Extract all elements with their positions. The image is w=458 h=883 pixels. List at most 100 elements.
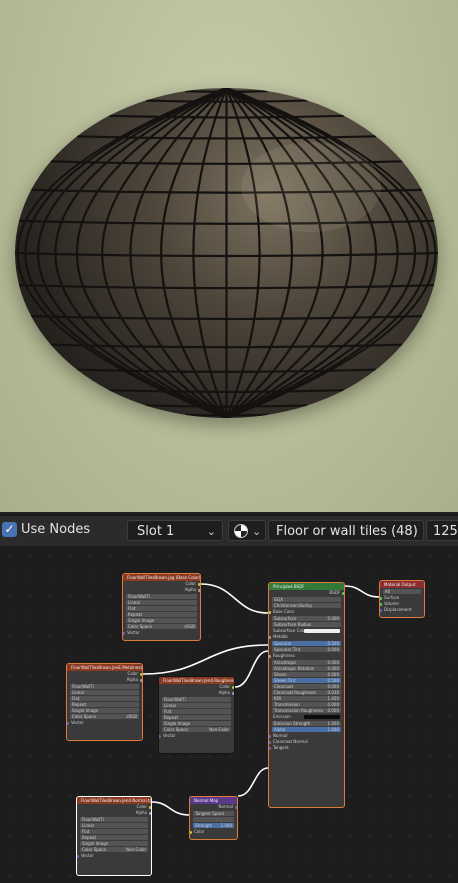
input-vector: Vector [123, 630, 200, 636]
socket[interactable] [123, 631, 125, 635]
material-browse-button[interactable]: ⌄ [228, 520, 266, 541]
output-color-label: Color [136, 804, 147, 809]
socket[interactable] [140, 678, 142, 682]
ior-field[interactable]: IOR 1.450 [272, 696, 341, 701]
output-alpha: Alpha [67, 677, 142, 683]
socket[interactable] [269, 635, 271, 639]
sheen-tint-slider[interactable]: Sheen Tint 0.500 [272, 678, 341, 683]
normal-map-node[interactable]: Normal Map Normal Tangent Space Strength… [189, 796, 238, 840]
extension-dropdown[interactable]: Repeat [80, 835, 148, 840]
principled-bsdf-node[interactable]: Principled BSDF BSDF GGX Christensen-Bur… [268, 582, 345, 808]
clearcoat-normal-label: Clearcoat Normal [273, 739, 308, 744]
image-texture-node-normal[interactable]: FloorWallTilesBrown.Jen4.Normal.tga Colo… [76, 796, 152, 876]
color-space-dropdown[interactable]: Color Space sRGB [126, 624, 197, 629]
uv-map-field[interactable] [193, 817, 234, 822]
color-space-dropdown[interactable]: Color Space Non-Color [80, 847, 148, 852]
distribution-dropdown[interactable]: GGX [272, 597, 341, 602]
emission-color-swatch[interactable] [304, 715, 340, 719]
socket[interactable] [149, 805, 151, 809]
input-metallic: Metallic [269, 634, 344, 640]
interpolation-dropdown[interactable]: Linear [70, 690, 139, 695]
socket[interactable] [269, 746, 271, 750]
subsurface-method-dropdown[interactable]: Christensen-Burley [272, 603, 341, 608]
image-selector[interactable]: FloorWallTi [70, 684, 139, 689]
subsurface-value: 0.000 [327, 616, 339, 621]
slot-label: Slot 1 [137, 524, 175, 539]
sheen-value: 0.000 [327, 672, 339, 677]
clearcoat-slider[interactable]: Clearcoat 0.000 [272, 684, 341, 689]
specular-tint-value: 0.000 [327, 647, 339, 652]
material-preview-viewport[interactable] [0, 0, 458, 512]
socket[interactable] [269, 610, 271, 614]
sheen-slider[interactable]: Sheen 0.000 [272, 672, 341, 677]
image-selector[interactable]: FloorWallTi [162, 697, 231, 702]
socket[interactable] [380, 602, 382, 606]
source-dropdown[interactable]: Single Image [162, 721, 231, 726]
socket[interactable] [269, 734, 271, 738]
use-nodes-checkbox[interactable]: ✓ [2, 522, 17, 537]
specular-tint-slider[interactable]: Specular Tint 0.000 [272, 647, 341, 652]
alpha-slider[interactable]: Alpha 1.000 [272, 727, 341, 732]
socket[interactable] [140, 672, 142, 676]
specular-slider[interactable]: Specular 0.500 [272, 641, 341, 646]
clearcoat-roughness-slider[interactable]: Clearcoat Roughness 0.030 [272, 690, 341, 695]
socket[interactable] [77, 854, 79, 858]
source-dropdown[interactable]: Single Image [126, 618, 197, 623]
interpolation-dropdown[interactable]: Linear [80, 823, 148, 828]
transmission-roughness-slider[interactable]: Transmission Roughness 0.000 [272, 708, 341, 713]
projection-dropdown[interactable]: Flat [80, 829, 148, 834]
source-dropdown[interactable]: Single Image [70, 708, 139, 713]
node-editor-canvas[interactable]: FloorWallTilesBrown.jpg (Base Color) Col… [0, 546, 458, 883]
base-color-label: Base Color [273, 609, 295, 614]
image-texture-node-base-color[interactable]: FloorWallTilesBrown.jpg (Base Color) Col… [122, 573, 201, 641]
socket[interactable] [149, 811, 151, 815]
socket[interactable] [269, 654, 271, 658]
socket[interactable] [67, 721, 69, 725]
transmission-slider[interactable]: Transmission 0.000 [272, 702, 341, 707]
interpolation-dropdown[interactable]: Linear [162, 703, 231, 708]
socket[interactable] [198, 582, 200, 586]
material-output-node[interactable]: Material Output All Surface Volume Displ… [379, 580, 425, 618]
socket[interactable] [232, 691, 234, 695]
image-texture-node-roughness[interactable]: FloorWallTilesBrown.Jen4.Roughness Color… [158, 676, 235, 754]
anisotropic-slider[interactable]: Anisotropic 0.000 [272, 660, 341, 665]
color-space-dropdown[interactable]: Color Space Non-Color [162, 727, 231, 732]
sheen-label: Sheen [274, 672, 287, 677]
extension-dropdown[interactable]: Repeat [126, 612, 197, 617]
image-texture-node-metalness[interactable]: FloorWallTilesBrown.JenE.Metalness Color… [66, 663, 143, 741]
slot-dropdown[interactable]: Slot 1 ⌄ [127, 520, 223, 541]
node-title: FloorWallTilesBrown.jpg (Base Color) [123, 574, 200, 581]
projection-dropdown[interactable]: Flat [162, 709, 231, 714]
space-dropdown[interactable]: Tangent Space [193, 811, 234, 816]
source-dropdown[interactable]: Single Image [80, 841, 148, 846]
subsurface-radius-field[interactable]: Subsurface Radius [272, 622, 341, 627]
material-name-field[interactable]: Floor or wall tiles (48) [268, 520, 424, 541]
extension-dropdown[interactable]: Repeat [70, 702, 139, 707]
socket[interactable] [159, 734, 161, 738]
subsurface-slider[interactable]: Subsurface 0.000 [272, 616, 341, 621]
transmission-value: 0.000 [327, 702, 339, 707]
strength-slider[interactable]: Strength 1.000 [193, 823, 234, 828]
image-selector[interactable]: FloorWallTi [126, 594, 197, 599]
socket[interactable] [380, 608, 382, 612]
emission-strength-field[interactable]: Emission Strength 1.000 [272, 721, 341, 726]
socket[interactable] [232, 685, 234, 689]
socket[interactable] [198, 588, 200, 592]
socket[interactable] [235, 805, 237, 809]
user-count-button[interactable]: 125 [426, 520, 458, 541]
socket[interactable] [380, 596, 382, 600]
socket[interactable] [190, 830, 192, 834]
color-space-dropdown[interactable]: Color Space sRGB [70, 714, 139, 719]
interpolation-dropdown[interactable]: Linear [126, 600, 197, 605]
specular-label: Specular [274, 641, 292, 646]
anisotropic-rotation-slider[interactable]: Anisotropic Rotation 0.000 [272, 666, 341, 671]
target-dropdown[interactable]: All [383, 589, 421, 594]
socket[interactable] [269, 740, 271, 744]
extension-dropdown[interactable]: Repeat [162, 715, 231, 720]
input-vector: Vector [159, 733, 234, 739]
projection-dropdown[interactable]: Flat [126, 606, 197, 611]
subsurface-color-swatch[interactable] [304, 629, 340, 633]
projection-dropdown[interactable]: Flat [70, 696, 139, 701]
image-selector[interactable]: FloorWallTi [80, 817, 148, 822]
socket[interactable] [342, 591, 344, 595]
